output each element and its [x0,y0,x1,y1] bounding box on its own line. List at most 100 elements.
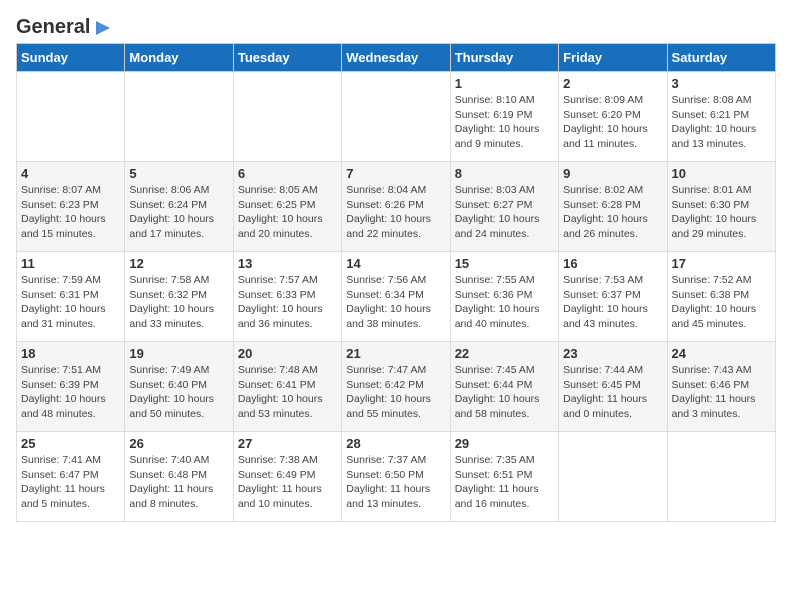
calendar-cell [559,432,667,522]
day-info: Sunrise: 8:06 AMSunset: 6:24 PMDaylight:… [129,183,228,242]
day-info: Sunrise: 7:58 AMSunset: 6:32 PMDaylight:… [129,273,228,332]
calendar-week-3: 18Sunrise: 7:51 AMSunset: 6:39 PMDayligh… [17,342,776,432]
day-info: Sunrise: 7:49 AMSunset: 6:40 PMDaylight:… [129,363,228,422]
day-number: 7 [346,166,445,181]
day-info: Sunrise: 8:05 AMSunset: 6:25 PMDaylight:… [238,183,337,242]
day-number: 13 [238,256,337,271]
day-info: Sunrise: 7:59 AMSunset: 6:31 PMDaylight:… [21,273,120,332]
day-number: 16 [563,256,662,271]
weekday-header-wednesday: Wednesday [342,44,450,72]
calendar-cell: 22Sunrise: 7:45 AMSunset: 6:44 PMDayligh… [450,342,558,432]
day-info: Sunrise: 7:45 AMSunset: 6:44 PMDaylight:… [455,363,554,422]
day-info: Sunrise: 8:03 AMSunset: 6:27 PMDaylight:… [455,183,554,242]
day-number: 3 [672,76,771,91]
calendar-table: SundayMondayTuesdayWednesdayThursdayFrid… [16,43,776,522]
day-number: 10 [672,166,771,181]
day-info: Sunrise: 7:47 AMSunset: 6:42 PMDaylight:… [346,363,445,422]
day-number: 28 [346,436,445,451]
day-number: 6 [238,166,337,181]
calendar-week-2: 11 Sunrise: 7:59 AMSunset: 6:31 PMDayligh… [17,252,776,342]
day-info: Sunrise: 7:44 AMSunset: 6:45 PMDaylight:… [563,363,662,422]
calendar-cell: 17 Sunrise: 7:52 AMSunset: 6:38 PMDayligh… [667,252,775,342]
day-info: Sunrise: 8:09 AMSunset: 6:20 PMDaylight:… [563,93,662,152]
day-number: 2 [563,76,662,91]
calendar-cell: 2 Sunrise: 8:09 AMSunset: 6:20 PMDaylight… [559,72,667,162]
day-info: Sunrise: 7:37 AMSunset: 6:50 PMDaylight:… [346,453,445,512]
calendar-cell: 18Sunrise: 7:51 AMSunset: 6:39 PMDayligh… [17,342,125,432]
calendar-week-0: 1 Sunrise: 8:10 AMSunset: 6:19 PMDaylight… [17,72,776,162]
day-number: 4 [21,166,120,181]
calendar-cell: 7 Sunrise: 8:04 AMSunset: 6:26 PMDaylight… [342,162,450,252]
calendar-cell: 3 Sunrise: 8:08 AMSunset: 6:21 PMDaylight… [667,72,775,162]
calendar-header-row: SundayMondayTuesdayWednesdayThursdayFrid… [17,44,776,72]
calendar-cell: 29 Sunrise: 7:35 AMSunset: 6:51 PMDayligh… [450,432,558,522]
day-number: 23 [563,346,662,361]
day-info: Sunrise: 7:56 AMSunset: 6:34 PMDaylight:… [346,273,445,332]
calendar-cell: 27 Sunrise: 7:38 AMSunset: 6:49 PMDayligh… [233,432,341,522]
weekday-header-tuesday: Tuesday [233,44,341,72]
calendar-cell: 16 Sunrise: 7:53 AMSunset: 6:37 PMDayligh… [559,252,667,342]
day-info: Sunrise: 7:43 AMSunset: 6:46 PMDaylight:… [672,363,771,422]
day-info: Sunrise: 7:53 AMSunset: 6:37 PMDaylight:… [563,273,662,332]
day-info: Sunrise: 8:07 AMSunset: 6:23 PMDaylight:… [21,183,120,242]
calendar-cell: 23 Sunrise: 7:44 AMSunset: 6:45 PMDayligh… [559,342,667,432]
day-info: Sunrise: 7:40 AMSunset: 6:48 PMDaylight:… [129,453,228,512]
day-info: Sunrise: 7:57 AMSunset: 6:33 PMDaylight:… [238,273,337,332]
day-number: 5 [129,166,228,181]
calendar-cell: 19 Sunrise: 7:49 AMSunset: 6:40 PMDayligh… [125,342,233,432]
weekday-header-monday: Monday [125,44,233,72]
day-info: Sunrise: 7:38 AMSunset: 6:49 PMDaylight:… [238,453,337,512]
day-number: 19 [129,346,228,361]
calendar-cell: 8 Sunrise: 8:03 AMSunset: 6:27 PMDaylight… [450,162,558,252]
day-info: Sunrise: 8:04 AMSunset: 6:26 PMDaylight:… [346,183,445,242]
day-info: Sunrise: 8:08 AMSunset: 6:21 PMDaylight:… [672,93,771,152]
calendar-cell: 4 Sunrise: 8:07 AMSunset: 6:23 PMDaylight… [17,162,125,252]
day-number: 29 [455,436,554,451]
weekday-header-thursday: Thursday [450,44,558,72]
day-number: 27 [238,436,337,451]
calendar-cell: 5 Sunrise: 8:06 AMSunset: 6:24 PMDaylight… [125,162,233,252]
calendar-week-4: 25 Sunrise: 7:41 AMSunset: 6:47 PMDayligh… [17,432,776,522]
calendar-cell: 15Sunrise: 7:55 AMSunset: 6:36 PMDayligh… [450,252,558,342]
calendar-cell: 6 Sunrise: 8:05 AMSunset: 6:25 PMDaylight… [233,162,341,252]
day-number: 21 [346,346,445,361]
calendar-cell: 11 Sunrise: 7:59 AMSunset: 6:31 PMDayligh… [17,252,125,342]
weekday-header-sunday: Sunday [17,44,125,72]
day-info: Sunrise: 7:35 AMSunset: 6:51 PMDaylight:… [455,453,554,512]
calendar-cell: 14 Sunrise: 7:56 AMSunset: 6:34 PMDayligh… [342,252,450,342]
weekday-header-friday: Friday [559,44,667,72]
calendar-cell: 1 Sunrise: 8:10 AMSunset: 6:19 PMDaylight… [450,72,558,162]
logo-arrow-icon [92,17,114,39]
calendar-cell [342,72,450,162]
day-number: 15 [455,256,554,271]
calendar-cell: 20 Sunrise: 7:48 AMSunset: 6:41 PMDayligh… [233,342,341,432]
logo-general: General [16,16,90,39]
day-info: Sunrise: 8:10 AMSunset: 6:19 PMDaylight:… [455,93,554,152]
day-number: 14 [346,256,445,271]
day-info: Sunrise: 7:52 AMSunset: 6:38 PMDaylight:… [672,273,771,332]
calendar-cell: 21 Sunrise: 7:47 AMSunset: 6:42 PMDayligh… [342,342,450,432]
day-number: 17 [672,256,771,271]
day-number: 1 [455,76,554,91]
day-info: Sunrise: 7:41 AMSunset: 6:47 PMDaylight:… [21,453,120,512]
calendar-cell [233,72,341,162]
calendar-cell: 28 Sunrise: 7:37 AMSunset: 6:50 PMDayligh… [342,432,450,522]
calendar-cell: 12Sunrise: 7:58 AMSunset: 6:32 PMDayligh… [125,252,233,342]
day-number: 11 [21,256,120,271]
calendar-week-1: 4 Sunrise: 8:07 AMSunset: 6:23 PMDaylight… [17,162,776,252]
day-info: Sunrise: 8:01 AMSunset: 6:30 PMDaylight:… [672,183,771,242]
day-number: 25 [21,436,120,451]
calendar-cell: 10 Sunrise: 8:01 AMSunset: 6:30 PMDayligh… [667,162,775,252]
day-number: 26 [129,436,228,451]
day-info: Sunrise: 8:02 AMSunset: 6:28 PMDaylight:… [563,183,662,242]
day-number: 9 [563,166,662,181]
calendar-cell: 26 Sunrise: 7:40 AMSunset: 6:48 PMDayligh… [125,432,233,522]
day-number: 8 [455,166,554,181]
calendar-cell: 13 Sunrise: 7:57 AMSunset: 6:33 PMDayligh… [233,252,341,342]
calendar-cell [17,72,125,162]
weekday-header-saturday: Saturday [667,44,775,72]
day-info: Sunrise: 7:48 AMSunset: 6:41 PMDaylight:… [238,363,337,422]
calendar-cell: 24Sunrise: 7:43 AMSunset: 6:46 PMDayligh… [667,342,775,432]
calendar-cell: 9 Sunrise: 8:02 AMSunset: 6:28 PMDaylight… [559,162,667,252]
day-number: 20 [238,346,337,361]
